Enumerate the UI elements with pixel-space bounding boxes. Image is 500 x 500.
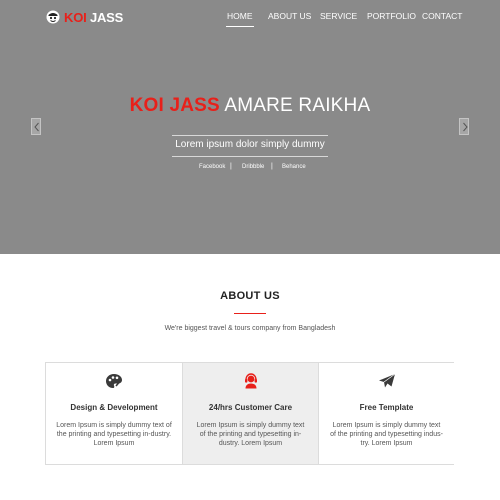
social-links: Facebook | Dribbble | Behance xyxy=(0,163,500,174)
paper-plane-icon xyxy=(319,373,454,389)
nav-contact[interactable]: CONTACT xyxy=(422,11,462,21)
hero-section: KOI JASS HOME ABOUT US SERVICE PORTFOLIO… xyxy=(0,0,500,254)
main-nav: HOME ABOUT US SERVICE PORTFOLIO CONTACT xyxy=(0,11,500,27)
about-divider xyxy=(234,313,266,314)
feature-card-title: 24/hrs Customer Care xyxy=(208,403,293,412)
hero-subline-box: Lorem ipsum dolor simply dummy xyxy=(172,135,328,157)
about-text: We're biggest travel & tours company fro… xyxy=(164,325,336,332)
feature-card-title: Design & Development xyxy=(70,403,158,412)
slider-next-button[interactable] xyxy=(459,118,469,135)
feature-cards: Design & Development Lorem Ipsum is simp… xyxy=(45,362,454,465)
hero-subline: Lorem ipsum dolor simply dummy xyxy=(175,139,325,150)
chevron-left-icon xyxy=(34,122,39,132)
navbar: KOI JASS HOME ABOUT US SERVICE PORTFOLIO… xyxy=(0,0,500,34)
hero-headline: KOI JASS AMARE RAIKHA xyxy=(0,95,500,117)
chevron-right-icon xyxy=(463,122,468,132)
social-behance-link[interactable]: Behance xyxy=(282,164,306,170)
palette-icon xyxy=(46,373,182,389)
feature-card-support[interactable]: 24/hrs Customer Care Lorem Ipsum is simp… xyxy=(183,363,319,464)
feature-card-text: Lorem Ipsum is simply dummy text of the … xyxy=(56,422,172,447)
social-separator: | xyxy=(271,163,273,170)
feature-card-design[interactable]: Design & Development Lorem Ipsum is simp… xyxy=(46,363,183,464)
nav-about-us[interactable]: ABOUT US xyxy=(268,11,311,21)
social-separator: | xyxy=(230,163,232,170)
nav-home[interactable]: HOME xyxy=(226,11,253,27)
nav-service[interactable]: SERVICE xyxy=(320,11,357,21)
feature-card-text: Lorem Ipsum is simply dummy text of the … xyxy=(196,422,305,447)
hero-headline-white: AMARE RAIKHA xyxy=(224,95,371,116)
social-dribbble-link[interactable]: Dribbble xyxy=(242,164,264,170)
about-title: ABOUT US xyxy=(220,290,280,302)
feature-card-template[interactable]: Free Template Lorem Ipsum is simply dumm… xyxy=(319,363,454,464)
social-facebook-link[interactable]: Facebook xyxy=(199,164,225,170)
headset-icon xyxy=(183,373,318,389)
feature-card-text: Lorem Ipsum is simply dummy text of the … xyxy=(330,422,443,447)
feature-card-title: Free Template xyxy=(359,403,414,412)
hero-headline-red: KOI JASS xyxy=(129,95,220,116)
slider-prev-button[interactable] xyxy=(31,118,41,135)
nav-portfolio[interactable]: PORTFOLIO xyxy=(367,11,416,21)
